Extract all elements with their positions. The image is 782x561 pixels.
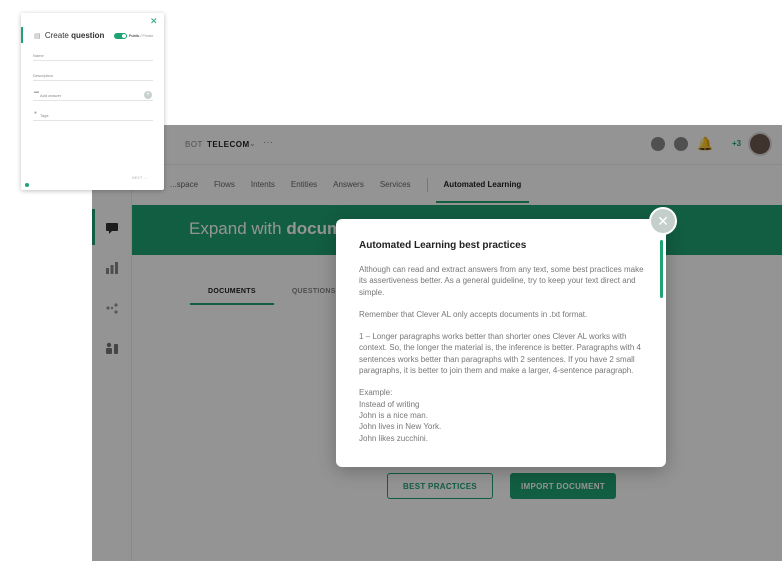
add-answer-icon[interactable]: + [144,91,152,99]
modal-title: Automated Learning best practices [359,240,527,251]
sidebar-item-analytics-icon[interactable] [105,261,119,274]
bot-selector[interactable]: TELECOM [207,140,250,149]
page-title: Expand with docum [189,219,343,238]
tab-automated-learning[interactable]: Automated Learning [435,177,530,203]
sidebar-item-network-icon[interactable] [105,301,119,314]
import-document-button[interactable]: IMPORT DOCUMENT [510,473,616,499]
tab-flows[interactable]: Flows [206,177,243,203]
name-field[interactable]: Name [33,53,153,61]
answer-field[interactable]: Add answer [33,93,153,101]
tab-intents[interactable]: Intents [243,177,283,203]
modal-paragraph: Although can read and extract answers fr… [359,265,644,297]
status-dot [25,183,29,187]
visibility-label: Public / Private [129,34,154,38]
tags-field[interactable]: Tags [33,113,153,121]
tab-answers[interactable]: Answers [325,177,372,203]
notification-count: +3 [732,139,742,148]
modal-paragraph: Remember that Clever AL only accepts doc… [359,309,588,319]
next-button[interactable]: NEXT → [132,176,148,180]
sidebar-active-indicator [92,209,95,245]
top-bar: BOT TELECOM ⌄ ··· 🔔 +3 [92,125,782,165]
close-icon[interactable]: ✕ [150,16,158,27]
panel-accent [21,27,23,43]
tab-entities[interactable]: Entities [283,177,325,203]
modal-body: Although can read and extract answers fr… [359,264,649,444]
public-toggle[interactable] [114,33,127,39]
sidebar [92,165,132,561]
bell-icon[interactable]: 🔔 [697,136,713,152]
example-line: John likes zucchini. [359,433,428,443]
nav-divider [426,178,428,192]
chevron-down-icon[interactable]: ⌄ [249,139,256,148]
help-icon[interactable] [651,137,665,151]
example-line: John is a nice man. [359,410,428,420]
chat-icon[interactable] [674,137,688,151]
more-icon[interactable]: ··· [263,137,273,148]
avatar[interactable] [748,132,772,156]
description-field[interactable]: Description [33,73,153,81]
sidebar-item-chat-icon[interactable] [105,221,119,234]
sidebar-item-users-icon[interactable] [105,341,119,354]
example-line: Instead of writing [359,399,420,409]
main-nav: ...space Flows Intents Entities Answers … [162,177,530,203]
panel-title: ▤ Create question [34,31,105,40]
best-practices-modal: Automated Learning best practices Althou… [336,219,666,467]
tab-documents[interactable]: DOCUMENTS [190,285,274,305]
modal-paragraph: 1 – Longer paragraphs works better than … [359,332,641,376]
example-line: John lives in New York. [359,422,442,432]
close-icon[interactable]: ✕ [649,207,677,235]
example-line: Example: [359,388,393,398]
question-icon: ▤ [34,33,41,40]
create-question-panel: ✕ ▤ Create question Public / Private Nam… [21,13,164,190]
tab-workspace[interactable]: ...space [162,177,206,203]
bot-label: BOT [185,140,203,149]
sub-tabs: DOCUMENTS QUESTIONS [190,285,354,305]
modal-scrollbar[interactable] [660,240,663,298]
best-practices-button[interactable]: BEST PRACTICES [387,473,493,499]
tab-services[interactable]: Services [372,177,419,203]
